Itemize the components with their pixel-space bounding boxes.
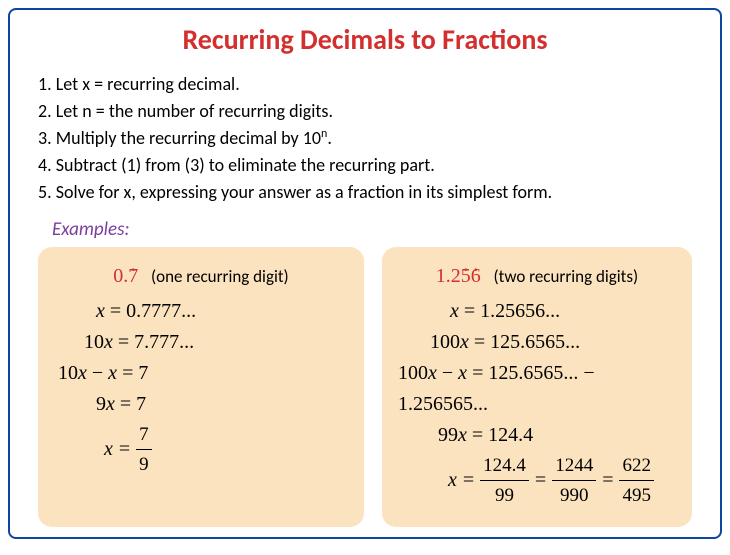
decimal-whole-part: 1.2 [436,265,461,287]
ex2-line2: 100x = 125.6565... [392,327,682,358]
ex1-line4: 9x = 7 [56,389,346,420]
examples-row: 0.7 (one recurring digit) x = 0.7777... … [38,247,692,527]
example-1-header: 0.7 (one recurring digit) [56,261,346,292]
example-2-header: 1.256 (two recurring digits) [392,261,682,292]
ex2-fraction-3: 622 495 [619,451,654,511]
example-2-note: (two recurring digits) [486,266,638,287]
ex1-fraction: 7 9 [136,420,152,480]
ex1-line1: x = 0.7777... [56,296,346,327]
examples-heading: Examples: [52,218,692,241]
example-1-box: 0.7 (one recurring digit) x = 0.7777... … [38,247,364,527]
recurring-digit-2: 6 [471,265,481,287]
ex1-line3: 10x − x = 7 [56,358,346,389]
step-3: 3. Multiply the recurring decimal by 10n… [38,125,692,152]
page-title: Recurring Decimals to Fractions [38,22,692,57]
ex2-fraction-2: 1244 990 [552,451,596,511]
step-4: 4. Subtract (1) from (3) to eliminate th… [38,152,692,179]
step-5: 5. Solve for x, expressing your answer a… [38,179,692,206]
example-1-decimal: 0.7 [113,261,138,292]
step-1: 1. Let x = recurring decimal. [38,71,692,98]
step-3-end: . [327,127,332,149]
example-1-note: (one recurring digit) [143,266,288,287]
ex2-line5: x = 124.4 99 = 1244 990 = 622 495 [392,451,682,511]
example-2-decimal: 1.256 [436,261,481,292]
steps-list: 1. Let x = recurring decimal. 2. Let n =… [38,71,692,206]
ex2-line3: 100x − x = 125.6565... − 1.256565... [392,358,682,420]
ex1-line2: 10x = 7.777... [56,327,346,358]
ex1-line5: x = 7 9 [56,420,346,480]
recurring-digit-1: 5 [461,265,471,287]
document-frame: Recurring Decimals to Fractions 1. Let x… [8,8,722,539]
ex2-fraction-1: 124.4 99 [480,451,529,511]
decimal-whole-part: 0. [113,265,128,287]
step-3-text: 3. Multiply the recurring decimal by 10 [38,127,321,149]
recurring-digit: 7 [128,265,138,287]
example-2-box: 1.256 (two recurring digits) x = 1.25656… [382,247,692,527]
ex2-line1: x = 1.25656... [392,296,682,327]
step-2: 2. Let n = the number of recurring digit… [38,98,692,125]
ex2-line4: 99x = 124.4 [392,420,682,451]
